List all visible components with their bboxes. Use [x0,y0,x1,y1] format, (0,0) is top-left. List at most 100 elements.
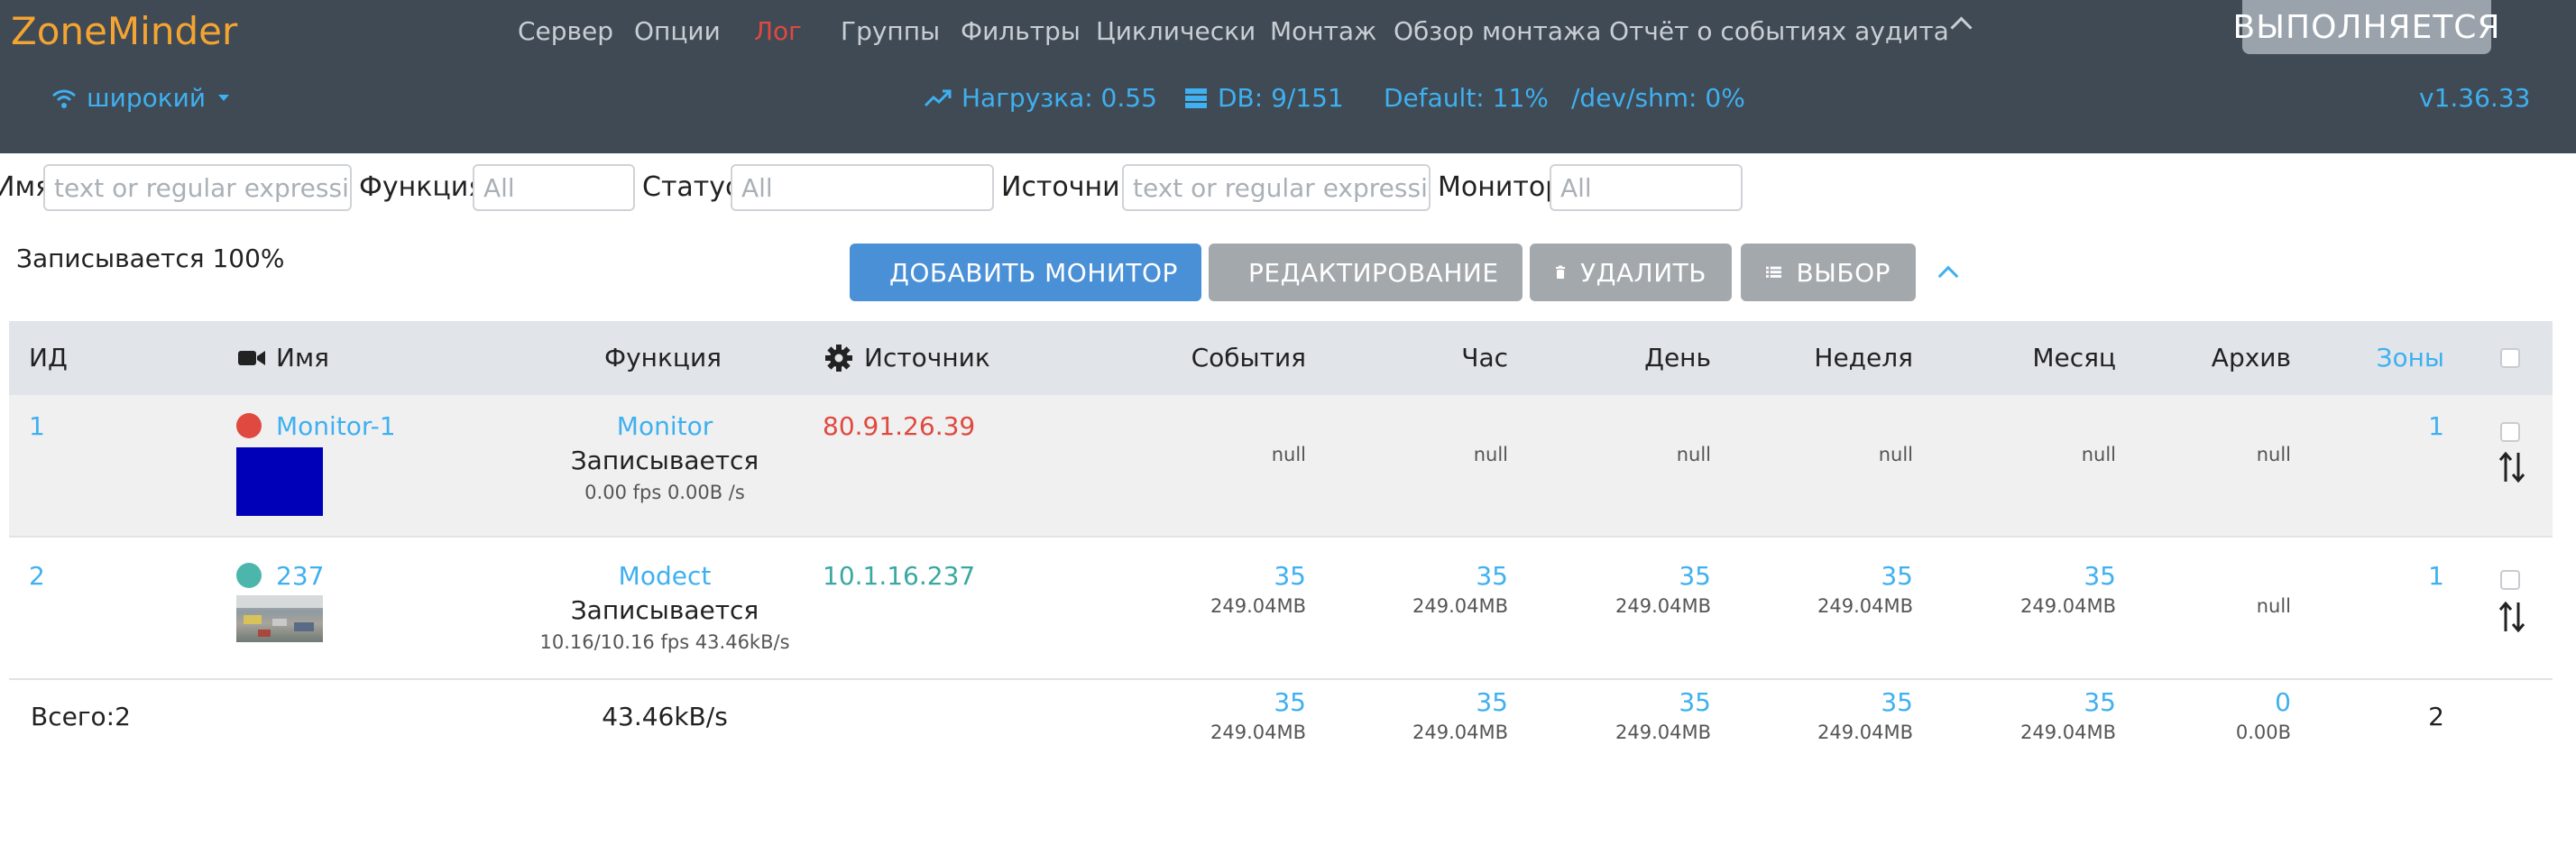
nav-options[interactable]: Опции [634,16,721,46]
filter-function-label: Функция [359,171,485,203]
brand-logo[interactable]: ZoneMinder [11,9,237,53]
monitor-table-header: ИД Имя Функция Источник События Час День… [9,321,2553,395]
monitor-thumbnail[interactable] [236,595,323,642]
nav-audit-report[interactable]: Отчёт о событиях аудита [1609,16,1949,46]
list-icon [1766,266,1782,278]
total-zones: 2 [2428,702,2444,731]
add-monitor-button[interactable]: ДОБАВИТЬ МОНИТОР [850,244,1201,301]
monitor-source-link[interactable]: 80.91.26.39 [823,411,975,441]
hour-count-link[interactable]: 35 [1476,561,1508,591]
total-bandwidth: 43.46kB/s [602,702,728,731]
col-week[interactable]: Неделя [1814,343,1913,372]
total-archive-link[interactable]: 0 [2275,687,2291,717]
monitor-id-link[interactable]: 2 [29,561,45,591]
nav-server[interactable]: Сервер [518,16,613,46]
zones-link[interactable]: 1 [2428,561,2444,591]
sort-handle-icon[interactable] [2498,601,2525,633]
monitor-function-link[interactable]: Monitor [597,411,732,441]
select-all-checkbox[interactable] [2500,348,2520,368]
day-size: null [1676,444,1711,465]
edit-button[interactable]: РЕДАКТИРОВАНИЕ [1209,244,1523,301]
events-size: 249.04MB [1210,595,1306,617]
total-hour-size: 249.04MB [1412,722,1508,743]
month-count-link[interactable]: 35 [2084,561,2116,591]
total-week-size: 249.04MB [1817,722,1913,743]
sort-handle-icon[interactable] [2498,451,2525,483]
day-count-link[interactable]: 35 [1679,561,1711,591]
col-archive[interactable]: Архив [2212,343,2291,372]
collapse-toolbar-icon[interactable] [1937,265,1959,287]
col-name[interactable]: Имя [238,343,329,372]
nav-cycle[interactable]: Циклически [1096,16,1256,46]
col-name-label: Имя [276,343,329,372]
week-count-link[interactable]: 35 [1881,561,1913,591]
chevron-down-icon [218,95,230,101]
filter-source-input[interactable]: text or regular expressic [1122,164,1431,211]
monitor-state: Записывается [570,595,759,625]
month-size: null [2081,444,2116,465]
filter-status-select[interactable]: All [731,164,994,211]
total-events-size: 249.04MB [1210,722,1306,743]
delete-button[interactable]: УДАЛИТЬ [1530,244,1732,301]
monitor-fps: 0.00 fps 0.00B /s [584,482,745,503]
monitor-name-link[interactable]: 237 [276,561,324,591]
nav-montage-review[interactable]: Обзор монтажа [1394,16,1601,46]
monitor-status-dot [236,563,262,588]
col-source-label: Источник [864,343,990,372]
total-month-link[interactable]: 35 [2084,687,2116,717]
col-zones[interactable]: Зоны [2377,343,2445,372]
total-day-link[interactable]: 35 [1679,687,1711,717]
col-day[interactable]: День [1644,343,1711,372]
monitor-id-link[interactable]: 1 [29,411,45,441]
total-events-link[interactable]: 35 [1274,687,1306,717]
nav-montage[interactable]: Монтаж [1270,16,1376,46]
total-week-link[interactable]: 35 [1881,687,1913,717]
total-month-size: 249.04MB [2019,722,2116,743]
row-checkbox[interactable] [2500,570,2520,590]
monitor-name-link[interactable]: Monitor-1 [276,411,396,441]
width-selector[interactable]: широкий [51,83,230,113]
wifi-icon [52,89,76,108]
filter-name-input[interactable]: text or regular expressic [43,164,352,211]
col-events[interactable]: События [1191,343,1306,372]
monitor-source-link[interactable]: 10.1.16.237 [823,561,975,591]
col-id[interactable]: ИД [29,343,68,372]
load-indicator: Нагрузка: 0.55 [924,83,1157,113]
load-value: Нагрузка: 0.55 [961,83,1157,113]
col-hour[interactable]: Час [1461,343,1508,372]
filter-source-label: Источник [1001,171,1136,203]
filter-monitor-select[interactable]: All [1550,164,1743,211]
shm-storage: /dev/shm: 0% [1571,83,1745,113]
week-size: null [1878,444,1913,465]
total-archive-size: 0.00B [2235,722,2291,743]
zones-link[interactable]: 1 [2428,411,2444,441]
trash-icon [1556,265,1566,280]
filter-monitor-label: Монитор [1438,171,1563,203]
total-hour-link[interactable]: 35 [1476,687,1508,717]
run-state-button[interactable]: ВЫПОЛНЯЕТСЯ [2233,0,2499,54]
col-month[interactable]: Месяц [2032,343,2116,372]
recording-summary: Записывается 100% [16,244,285,273]
database-icon [1185,87,1207,108]
width-selector-label: широкий [87,83,207,113]
monitor-thumbnail[interactable] [236,447,323,516]
edit-label: РЕДАКТИРОВАНИЕ [1248,257,1499,288]
row-checkbox[interactable] [2500,422,2520,442]
monitor-function-link[interactable]: Modect [597,561,732,591]
week-size: 249.04MB [1817,595,1913,617]
select-label: ВЫБОР [1796,257,1891,288]
select-button[interactable]: ВЫБОР [1741,244,1916,301]
col-source[interactable]: Источник [824,343,990,372]
db-indicator: DB: 9/151 [1183,83,1344,113]
add-monitor-label: ДОБАВИТЬ МОНИТОР [889,257,1178,288]
monitor-status-dot [236,413,262,438]
nav-log[interactable]: Лог [754,16,802,46]
col-function[interactable]: Функция [604,343,722,372]
collapse-nav-icon[interactable] [1950,16,1973,39]
events-count-link[interactable]: 35 [1274,561,1306,591]
version-label[interactable]: v1.36.33 [2419,83,2530,113]
nav-filters[interactable]: Фильтры [961,16,1081,46]
filter-function-select[interactable]: All [473,164,635,211]
nav-groups[interactable]: Группы [841,16,940,46]
events-size: null [1271,444,1306,465]
